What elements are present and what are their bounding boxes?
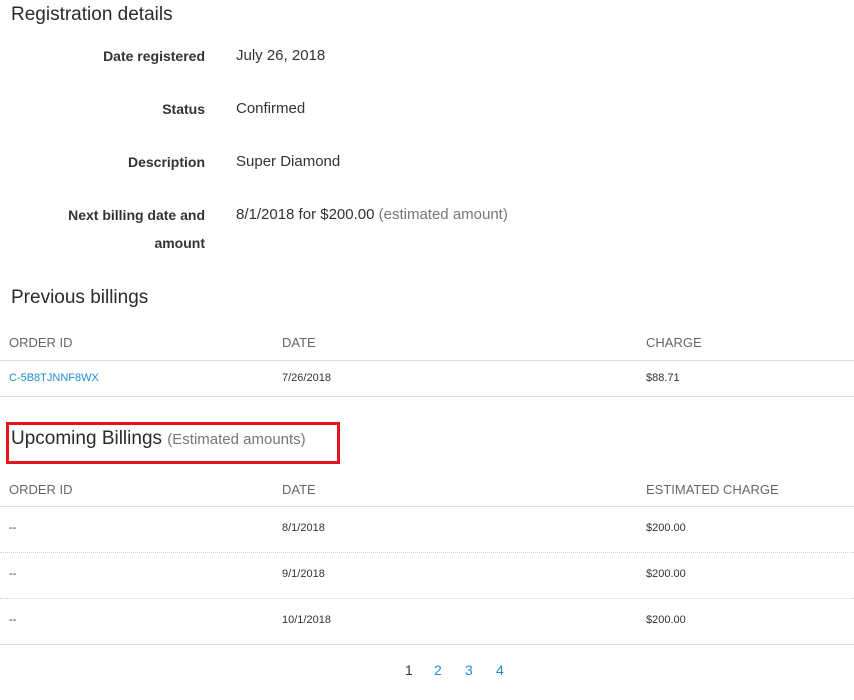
upcoming-row-charge: $200.00 [646,568,686,580]
previous-table-bottom-divider [0,396,854,397]
upcoming-row-charge: $200.00 [646,522,686,534]
upcoming-header-order-id: ORDER ID [9,482,73,497]
next-billing-label-line1: Next billing date and [68,207,205,223]
row-divider [0,552,854,553]
previous-row-date: 7/26/2018 [282,372,331,384]
upcoming-row-date: 9/1/2018 [282,568,325,580]
status-label: Status [162,101,205,117]
previous-header-divider [0,360,854,361]
next-billing-value: 8/1/2018 for $200.00 (estimated amount) [236,201,508,229]
registration-details-title: Registration details [11,4,173,25]
upcoming-row-order-id: -- [9,614,17,626]
page-1: 1 [405,662,413,678]
upcoming-billings-title: Upcoming Billings (Estimated amounts) [11,428,306,450]
description-value: Super Diamond [236,153,341,170]
upcoming-header-divider [0,506,854,507]
previous-header-order-id: ORDER ID [9,335,73,350]
upcoming-billings-subtitle: (Estimated amounts) [167,431,306,448]
upcoming-row-charge: $200.00 [646,614,686,626]
previous-header-date: DATE [282,335,316,350]
next-billing-amount: 8/1/2018 for $200.00 [236,206,375,223]
date-registered-label: Date registered [103,48,205,64]
page-3-link[interactable]: 3 [465,662,473,678]
order-link[interactable]: C-5B8TJNNF8WX [9,372,99,384]
next-billing-note: (estimated amount) [378,206,508,223]
description-label: Description [127,154,205,170]
previous-billings-title: Previous billings [11,287,149,308]
upcoming-row-date: 8/1/2018 [282,522,325,534]
upcoming-billings-title-text: Upcoming Billings [11,428,163,449]
previous-header-charge: CHARGE [646,335,702,350]
page-4-link[interactable]: 4 [496,662,504,678]
next-billing-label: Next billing date and amount [15,201,205,257]
upcoming-row-date: 10/1/2018 [282,614,331,626]
upcoming-header-date: DATE [282,482,316,497]
upcoming-header-estimated-charge: ESTIMATED CHARGE [646,482,779,497]
next-billing-label-line2: amount [154,235,205,251]
upcoming-row-order-id: -- [9,522,17,534]
upcoming-row-order-id: -- [9,568,17,580]
date-registered-value: July 26, 2018 [236,47,326,64]
row-divider [0,598,854,599]
previous-row-charge: $88.71 [646,372,680,384]
upcoming-table-bottom-divider [0,644,854,645]
status-value: Confirmed [236,100,306,117]
page-2-link[interactable]: 2 [434,662,442,678]
